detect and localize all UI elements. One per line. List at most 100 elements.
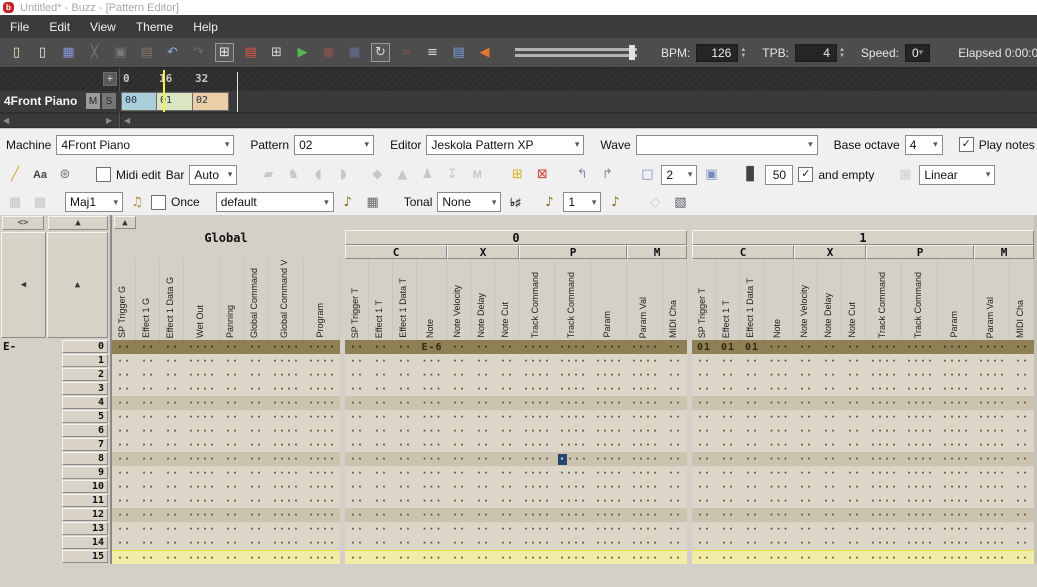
pattern-cell[interactable]: ·· [393,522,417,536]
pattern-cell[interactable]: ·· [345,536,369,550]
pattern-cell[interactable]: ·· [244,508,268,522]
pattern-cell[interactable]: ·· [136,382,160,396]
pattern-cell[interactable]: ···· [555,424,591,438]
pattern-cell[interactable]: ·· [136,368,160,382]
pattern-cell[interactable]: ·· [818,508,842,522]
pattern-cell[interactable]: ···· [555,368,591,382]
pattern-cell[interactable]: ·· [112,522,136,536]
pattern-cell[interactable]: ·· [495,410,519,424]
pattern-cell[interactable]: ··· [764,382,794,396]
pattern-cell[interactable]: ·· [842,551,866,565]
step-back-icon[interactable]: ♪ [540,193,558,211]
pattern-cell[interactable]: ·· [716,536,740,550]
pattern-cell[interactable]: ·· [244,410,268,424]
pattern-cell[interactable]: ·· [842,494,866,508]
info-view-icon[interactable]: ▤ [450,44,467,61]
copy-icon[interactable]: ▣ [112,44,129,61]
pattern-cell[interactable]: ···· [938,494,974,508]
save-song-icon[interactable]: ▦ [60,44,77,61]
pattern-cell[interactable]: ·· [740,494,764,508]
pattern-cell[interactable]: ·· [345,466,369,480]
pattern-cell[interactable]: ·· [1010,340,1034,354]
pattern-cell[interactable]: ·· [447,494,471,508]
pattern-cell[interactable]: ·· [136,396,160,410]
solo-button[interactable]: S [102,93,116,109]
pattern-cell[interactable]: ···· [938,340,974,354]
pattern-cell[interactable]: ·· [345,424,369,438]
pattern-cell[interactable]: ·· [345,452,369,466]
add-track-icon[interactable]: ▣ [702,166,720,184]
pattern-cell[interactable]: ·· [663,452,687,466]
pattern-cell[interactable]: ···· [519,452,555,466]
pattern-cell[interactable]: ·· [495,494,519,508]
pattern-cell[interactable]: ···· [555,508,591,522]
add-pattern-button[interactable]: + [103,72,117,86]
pattern-cell[interactable]: ·· [495,354,519,368]
tpb-spinner[interactable]: ▲▼ [839,47,845,59]
shift-left-icon[interactable]: ↰ [573,166,591,184]
pattern-cell[interactable]: ·· [393,452,417,466]
pattern-cell[interactable]: ···· [866,438,902,452]
pattern-cell[interactable]: ·· [112,452,136,466]
pattern-cell[interactable]: ·· [112,424,136,438]
pattern-cell[interactable]: ·· [244,480,268,494]
pattern-cell[interactable]: ·· [1010,508,1034,522]
pattern-cell[interactable]: ·· [136,508,160,522]
base-octave-select[interactable]: 4▾ [905,135,943,155]
pattern-cell[interactable]: ···· [591,424,627,438]
pattern-cell[interactable]: ···· [519,340,555,354]
pattern-cell[interactable]: ···· [184,522,220,536]
pattern-cell[interactable]: ···· [974,368,1010,382]
pattern-cell[interactable]: ··· [417,438,447,452]
sequence-cell[interactable]: 02 [193,92,229,111]
pattern-cell[interactable]: ·· [220,536,244,550]
pattern-cell[interactable]: ·· [692,522,716,536]
pattern-cell[interactable]: ··· [764,522,794,536]
pattern-cell[interactable]: ···· [519,368,555,382]
pattern-cell[interactable]: ···· [974,508,1010,522]
pattern-cell[interactable]: ···· [184,382,220,396]
pattern-cell[interactable]: ·· [160,382,184,396]
pattern-cell[interactable]: ···· [591,410,627,424]
pattern-cell[interactable]: ·· [1010,438,1034,452]
pattern-cell[interactable]: ·· [160,354,184,368]
pattern-cell[interactable]: ·· [471,480,495,494]
corner-up-button[interactable]: ▲ [48,216,108,230]
pattern-cell[interactable]: ·· [716,494,740,508]
pattern-cell[interactable]: ·· [471,410,495,424]
pattern-cell[interactable]: ···· [627,410,663,424]
pattern-cell[interactable]: ·· [447,438,471,452]
paste-icon[interactable]: ▤ [138,44,155,61]
pattern-cell[interactable]: ···· [866,452,902,466]
pattern-cell[interactable]: ···· [591,551,627,565]
pattern-cell[interactable]: ···· [591,382,627,396]
pattern-cell[interactable]: ···· [268,522,304,536]
pattern-cell[interactable]: ·· [471,452,495,466]
velocity-diamond-icon[interactable]: ◇ [646,193,664,211]
pattern-cell[interactable]: ·· [716,368,740,382]
pattern-cell[interactable]: ·· [345,480,369,494]
pattern-cell[interactable]: E-6 [417,340,447,354]
pattern-cell[interactable]: ·· [794,480,818,494]
row-number[interactable]: 2 [62,368,108,381]
pattern-cell[interactable]: ···· [591,466,627,480]
pattern-cell[interactable]: ···· [304,551,340,565]
pattern-cell[interactable]: ···· [974,522,1010,536]
pattern-cell[interactable]: ·· [447,424,471,438]
delete-row-icon[interactable]: ⊠ [533,166,551,184]
pattern-cell[interactable]: ···· [627,508,663,522]
pattern-cell[interactable]: ·· [160,466,184,480]
pattern-cell[interactable]: ·· [244,368,268,382]
pattern-cell[interactable]: ···· [555,410,591,424]
pattern-cell[interactable]: ·· [136,340,160,354]
pattern-cell[interactable]: ·· [447,508,471,522]
pattern-cell[interactable]: ·· [818,494,842,508]
settings-icon[interactable]: ⊛ [56,166,74,184]
pattern-cell[interactable]: ·· [393,354,417,368]
pattern-cell[interactable]: ·· [663,340,687,354]
pattern-cell[interactable]: ···· [184,368,220,382]
pattern-cell[interactable]: ·· [794,354,818,368]
pattern-cell[interactable]: ···· [627,382,663,396]
pattern-cell[interactable]: ···· [627,438,663,452]
pattern-cell[interactable]: ·· [369,438,393,452]
